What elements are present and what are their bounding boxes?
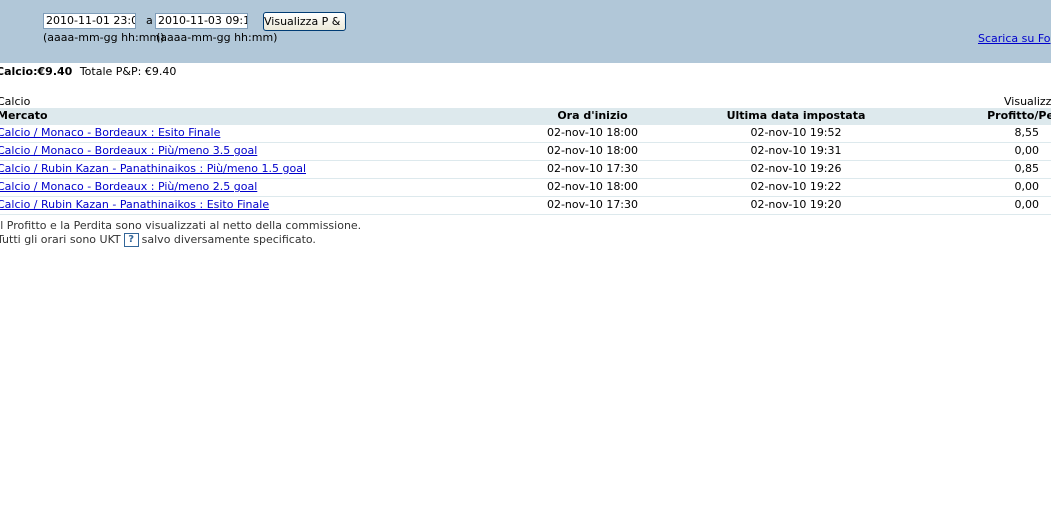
market-link[interactable]: Calcio / Monaco - Bordeaux : Esito Final…	[0, 126, 220, 139]
last-settled-cell: 02-nov-10 19:52	[750, 126, 842, 139]
profit-cell: 0,85	[1014, 162, 1040, 175]
from-date-format-hint: (aaaa-mm-gg hh:mm)	[43, 31, 165, 44]
table-row: Calcio / Monaco - Bordeaux : Più/meno 2.…	[0, 179, 1051, 197]
show-pl-button[interactable]: Visualizza P & P	[263, 12, 346, 31]
timezone-note-start: Tutti gli orari sono UKT	[0, 233, 121, 246]
download-spreadsheet-link[interactable]: Scarica su Fogli	[978, 32, 1051, 45]
profit-cell: 8,55	[1014, 126, 1040, 139]
last-settled-cell: 02-nov-10 19:20	[750, 198, 842, 211]
to-date-input[interactable]	[155, 13, 248, 29]
start-time-cell: 02-nov-10 18:00	[546, 180, 639, 193]
view-selector-label[interactable]: Visualizza	[1004, 95, 1051, 108]
total-value: €9.40	[144, 65, 177, 78]
commission-note: Il Profitto e la Perdita sono visualizza…	[0, 219, 362, 232]
header-profit-loss: Profitto/Perdi	[987, 109, 1051, 122]
timezone-note-end: salvo diversamente specificato.	[141, 233, 316, 246]
start-time-cell: 02-nov-10 17:30	[546, 198, 639, 211]
timezone-note: Tutti gli orari sono UKT? salvo diversame…	[0, 233, 361, 247]
sport-total-value: €9.40	[37, 65, 73, 78]
help-icon[interactable]: ?	[123, 233, 139, 247]
total-label: Totale P&P:	[79, 65, 142, 78]
start-time-cell: 02-nov-10 18:00	[546, 144, 639, 157]
table-row: Calcio / Rubin Kazan - Panathinaikos : E…	[0, 197, 1051, 215]
profit-cell: 0,00	[1014, 180, 1040, 193]
header-last-settled: Ultima data impostata	[726, 109, 866, 122]
market-link[interactable]: Calcio / Rubin Kazan - Panathinaikos : E…	[0, 198, 269, 211]
table-row: Calcio / Monaco - Bordeaux : Esito Final…	[0, 125, 1051, 143]
markets-table: Mercato Ora d'inizio Ultima data imposta…	[0, 108, 1051, 215]
market-link[interactable]: Calcio / Monaco - Bordeaux : Più/meno 3.…	[0, 144, 257, 157]
pl-summary: Calcio:€9.40 Totale P&P: €9.40	[0, 65, 176, 78]
header-mercato: Mercato	[0, 109, 48, 122]
to-date-format-hint: (aaaa-mm-gg hh:mm)	[156, 31, 278, 44]
sport-label: Calcio:	[0, 65, 38, 78]
last-settled-cell: 02-nov-10 19:22	[750, 180, 842, 193]
last-settled-cell: 02-nov-10 19:26	[750, 162, 842, 175]
footer-notes: Il Profitto e la Perdita sono visualizza…	[0, 219, 361, 247]
profit-cell: 0,00	[1014, 144, 1040, 157]
market-link[interactable]: Calcio / Monaco - Bordeaux : Più/meno 2.…	[0, 180, 257, 193]
start-time-cell: 02-nov-10 18:00	[546, 126, 639, 139]
range-separator: a	[146, 14, 153, 27]
market-link[interactable]: Calcio / Rubin Kazan - Panathinaikos : P…	[0, 162, 306, 175]
start-time-cell: 02-nov-10 17:30	[546, 162, 639, 175]
profit-cell: 0,00	[1014, 198, 1040, 211]
table-row: Calcio / Monaco - Bordeaux : Più/meno 3.…	[0, 143, 1051, 161]
from-date-input[interactable]	[43, 13, 136, 29]
table-row: Calcio / Rubin Kazan - Panathinaikos : P…	[0, 161, 1051, 179]
last-settled-cell: 02-nov-10 19:31	[750, 144, 842, 157]
table-header: Mercato Ora d'inizio Ultima data imposta…	[0, 108, 1051, 125]
header-start-time: Ora d'inizio	[557, 109, 628, 122]
section-title: Calcio	[0, 95, 31, 108]
filter-bar: a (aaaa-mm-gg hh:mm) (aaaa-mm-gg hh:mm) …	[0, 0, 1051, 63]
